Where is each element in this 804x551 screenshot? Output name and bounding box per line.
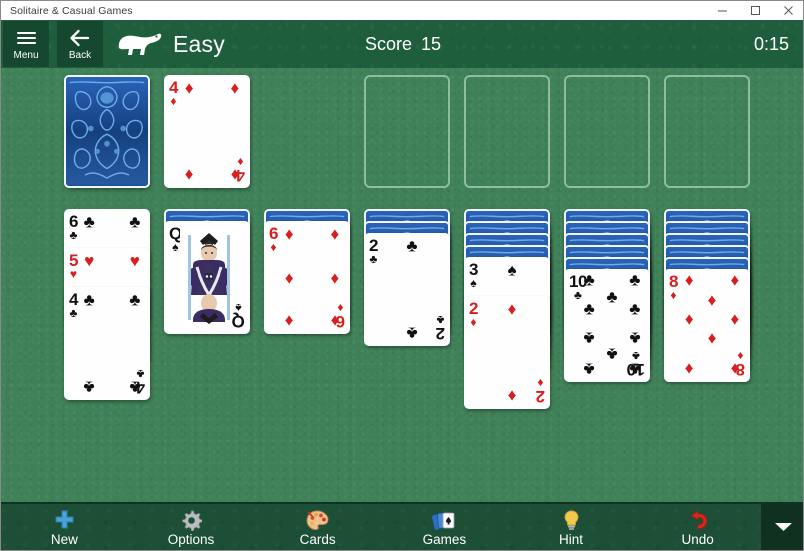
tableau-column-7[interactable]: 8 ♦ ♦ ♦ ♦ ♦ ♦ ♦ ♦ ♦ 8 ♦	[1, 68, 803, 502]
card-rank: 8	[736, 360, 745, 379]
new-button[interactable]: New	[1, 504, 128, 550]
games-button-label: Games	[422, 532, 467, 547]
minimize-button[interactable]	[706, 1, 739, 20]
solitaire-window: Solitaire & Casual Games Menu Back Easy …	[0, 0, 804, 551]
card-suit: ♦	[737, 349, 744, 363]
back-button-label: Back	[68, 49, 92, 61]
more-button[interactable]	[761, 504, 803, 550]
lightbulb-icon	[562, 510, 581, 531]
palette-icon	[306, 510, 329, 531]
difficulty-label: Easy	[173, 30, 225, 57]
gear-icon	[181, 510, 202, 531]
score-label: Score	[364, 33, 412, 54]
bottom-toolbar: New Options Cards Games Hint Undo	[1, 502, 803, 550]
title-bar: Solitaire & Casual Games	[1, 1, 803, 21]
options-button-label: Options	[167, 532, 215, 547]
back-arrow-icon	[69, 28, 91, 49]
maximize-button[interactable]	[739, 1, 772, 20]
menu-button-label: Menu	[13, 49, 39, 61]
hamburger-icon	[16, 28, 36, 49]
undo-button[interactable]: Undo	[634, 504, 761, 550]
chevron-down-icon	[774, 520, 793, 538]
card-suit: ♦	[670, 288, 677, 302]
hint-button[interactable]: Hint	[508, 504, 635, 550]
card-corner-top: 8 ♦	[669, 273, 678, 301]
hint-button-label: Hint	[559, 532, 584, 547]
play-field: 4♦ ♦♦♦♦ 4♦ 6♣ ♣♣♣♣♣♣ 6♣ 5♥ ♥♥♥♥♥	[1, 68, 803, 502]
timer-display: 0:15	[753, 33, 789, 54]
menu-button[interactable]: Menu	[3, 21, 49, 67]
card-8-diamonds[interactable]: 8 ♦ ♦ ♦ ♦ ♦ ♦ ♦ ♦ ♦ 8 ♦	[664, 269, 750, 382]
back-button[interactable]: Back	[57, 21, 103, 67]
undo-button-label: Undo	[681, 532, 714, 547]
window-controls	[706, 1, 803, 20]
undo-arrow-icon	[686, 510, 709, 531]
card-corner-bottom: 8 ♦	[736, 349, 745, 379]
close-button[interactable]	[772, 1, 803, 20]
polar-bear-logo-icon	[115, 28, 165, 60]
card-pips: ♦ ♦ ♦ ♦ ♦ ♦ ♦ ♦	[684, 270, 740, 379]
plus-icon	[54, 510, 75, 531]
cards-button[interactable]: Cards	[254, 504, 381, 550]
cards-button-label: Cards	[299, 532, 336, 547]
games-button[interactable]: Games	[381, 504, 508, 550]
game-header: Menu Back Easy Score 15 0:15	[1, 20, 803, 68]
options-button[interactable]: Options	[128, 504, 255, 550]
new-button-label: New	[50, 532, 78, 547]
window-title: Solitaire & Casual Games	[10, 4, 133, 17]
card-fan-icon	[431, 510, 457, 531]
score-value: 15	[421, 33, 442, 54]
